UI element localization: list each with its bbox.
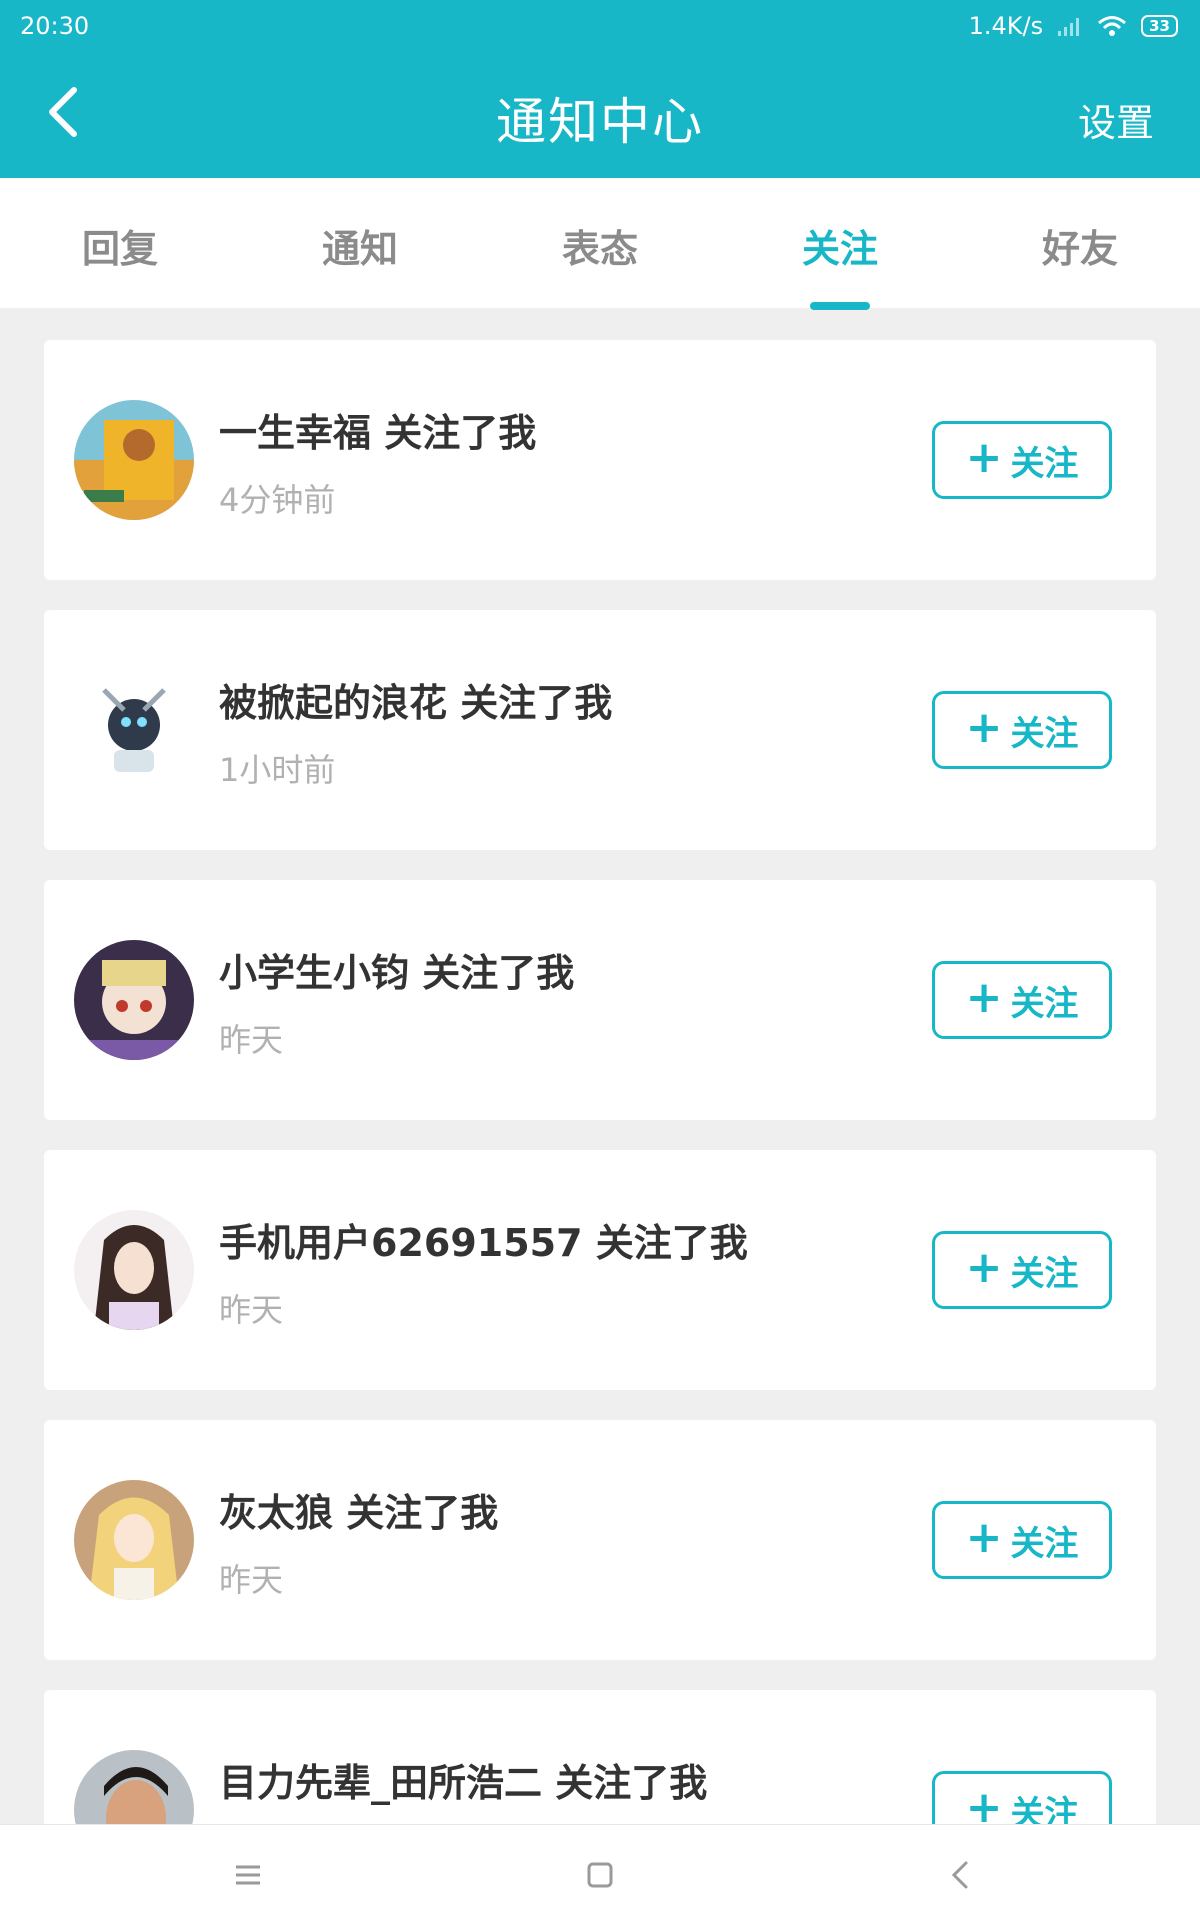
follow-button[interactable]: + 关注	[932, 961, 1112, 1039]
notification-time: 4分钟前	[219, 481, 336, 519]
tab-notice[interactable]: 通知	[240, 218, 480, 273]
plus-icon: +	[965, 1512, 1003, 1563]
follow-label: 关注	[1010, 1253, 1079, 1294]
tab-reply[interactable]: 回复	[0, 218, 240, 273]
tab-bar: 回复 通知 表态 关注 好友	[0, 178, 1200, 308]
follow-label: 关注	[1010, 1523, 1079, 1564]
status-time: 20:30	[20, 12, 90, 40]
plus-icon: +	[965, 1242, 1003, 1293]
tab-reaction[interactable]: 表态	[480, 218, 720, 273]
follow-button[interactable]: + 关注	[932, 1231, 1112, 1309]
system-nav-bar	[0, 1824, 1200, 1920]
tab-follow[interactable]: 关注	[720, 218, 960, 273]
app-header: 20:30 1.4K/s 33 通知中心 设置	[0, 0, 1200, 178]
battery-indicator: 33	[1141, 15, 1178, 37]
active-tab-indicator	[810, 302, 870, 310]
plus-icon: +	[965, 432, 1003, 483]
follow-button[interactable]: + 关注	[932, 691, 1112, 769]
notification-text: 被掀起的浪花 关注了我	[219, 681, 613, 725]
avatar[interactable]	[74, 940, 194, 1060]
follow-label: 关注	[1010, 713, 1079, 754]
menu-icon	[236, 1865, 260, 1885]
tab-friends[interactable]: 好友	[960, 218, 1200, 273]
follow-button[interactable]: + 关注	[932, 421, 1112, 499]
system-back-button[interactable]	[940, 1855, 980, 1895]
follow-label: 关注	[1010, 983, 1079, 1024]
notification-text: 灰太狼 关注了我	[219, 1491, 499, 1535]
notification-time: 昨天	[219, 1291, 284, 1329]
plus-icon: +	[965, 972, 1003, 1023]
notification-text: 一生幸福 关注了我	[219, 411, 537, 455]
home-button[interactable]	[580, 1855, 620, 1895]
avatar[interactable]	[74, 1480, 194, 1600]
home-square-icon	[587, 1862, 613, 1888]
avatar[interactable]	[74, 1210, 194, 1330]
notification-time: 昨天	[219, 1561, 284, 1599]
notification-time: 昨天	[219, 1021, 284, 1059]
list-item[interactable]: 手机用户62691557 关注了我 昨天 + 关注	[44, 1150, 1156, 1390]
list-item[interactable]: 被掀起的浪花 关注了我 1小时前 + 关注	[44, 610, 1156, 850]
signal-icon	[1058, 18, 1080, 36]
follow-label: 关注	[1010, 443, 1079, 484]
avatar[interactable]	[74, 400, 194, 520]
status-bar: 20:30 1.4K/s 33	[0, 0, 1200, 52]
follow-button[interactable]: + 关注	[932, 1501, 1112, 1579]
settings-button[interactable]: 设置	[1078, 92, 1154, 147]
list-item[interactable]: 小学生小钧 关注了我 昨天 + 关注	[44, 880, 1156, 1120]
avatar[interactable]	[74, 670, 194, 790]
status-right: 1.4K/s 33	[969, 12, 1178, 40]
back-triangle-icon	[951, 1861, 968, 1889]
wifi-icon	[1098, 16, 1127, 36]
network-speed: 1.4K/s	[968, 12, 1044, 40]
list-item[interactable]: 一生幸福 关注了我 4分钟前 + 关注	[44, 340, 1156, 580]
notification-list: 一生幸福 关注了我 4分钟前 + 关注 被掀起的浪花 关注了我 1小时前 + 关…	[44, 340, 1156, 1920]
plus-icon: +	[965, 702, 1003, 753]
page-title: 通知中心	[496, 93, 704, 151]
notification-text: 小学生小钧 关注了我	[219, 951, 575, 995]
list-item[interactable]: 灰太狼 关注了我 昨天 + 关注	[44, 1420, 1156, 1660]
notification-text: 目力先辈_田所浩二 关注了我	[219, 1761, 708, 1805]
notification-text: 手机用户62691557 关注了我	[219, 1221, 748, 1265]
menu-button[interactable]	[228, 1855, 268, 1895]
notification-time: 1小时前	[219, 751, 336, 789]
